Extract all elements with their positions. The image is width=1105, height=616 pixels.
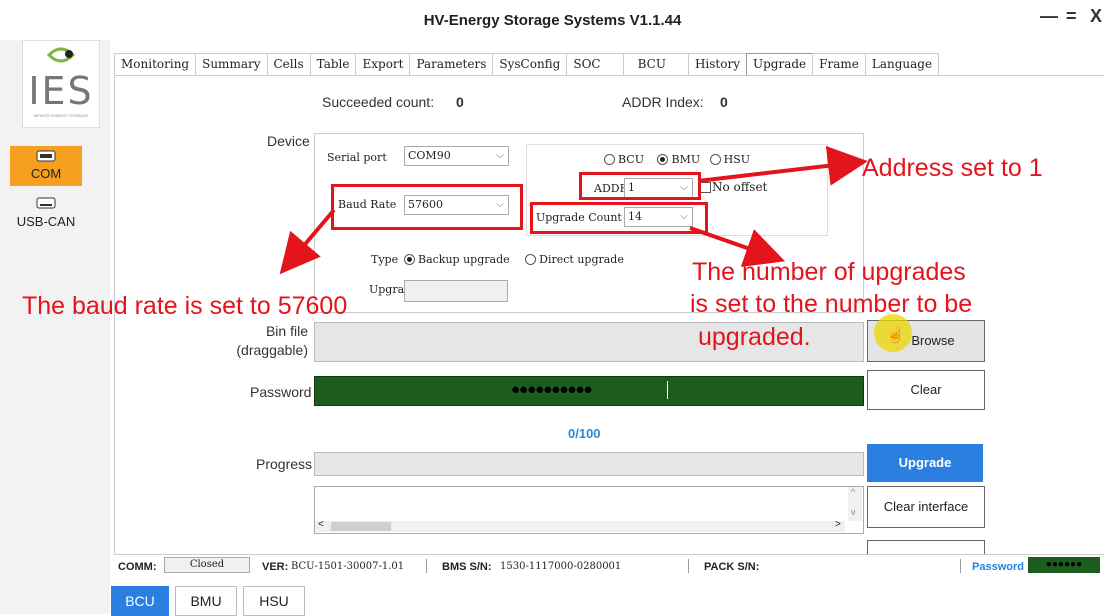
ver-label: VER: — [262, 561, 289, 573]
count-annotation-line3: upgraded. — [698, 323, 811, 351]
pack-sn-label: PACK S/N: — [704, 561, 760, 573]
status-password-label: Password — [972, 561, 1024, 573]
bottom-tab-bmu[interactable]: BMU — [175, 586, 237, 616]
ver-value: BCU-1501-30007-1.01 — [291, 561, 405, 572]
comm-status-value: Closed — [164, 557, 250, 573]
baud-annotation: The baud rate is set to 57600 — [22, 292, 348, 320]
bms-sn-value: 1530-1117000-0280001 — [500, 561, 622, 572]
status-bar: COMM: Closed VER: BCU-1501-30007-1.01 BM… — [114, 554, 1104, 577]
arrow-to-address-note — [697, 145, 868, 186]
address-annotation: Address set to 1 — [862, 154, 1043, 182]
comm-label: COMM: — [118, 561, 157, 573]
bms-sn-label: BMS S/N: — [442, 561, 492, 573]
divider — [960, 559, 961, 573]
bottom-tab-bcu[interactable]: BCU — [111, 586, 169, 616]
divider — [426, 559, 427, 573]
bottom-tab-hsu[interactable]: HSU — [243, 586, 305, 616]
count-annotation-line2: is set to the number to be — [690, 290, 973, 318]
divider — [688, 559, 689, 573]
count-annotation-line1: The number of upgrades — [692, 258, 966, 286]
arrow-to-count-note — [689, 226, 786, 267]
status-password-dots[interactable]: ●●●●●● — [1028, 557, 1100, 573]
arrow-to-baud-note — [279, 208, 336, 275]
